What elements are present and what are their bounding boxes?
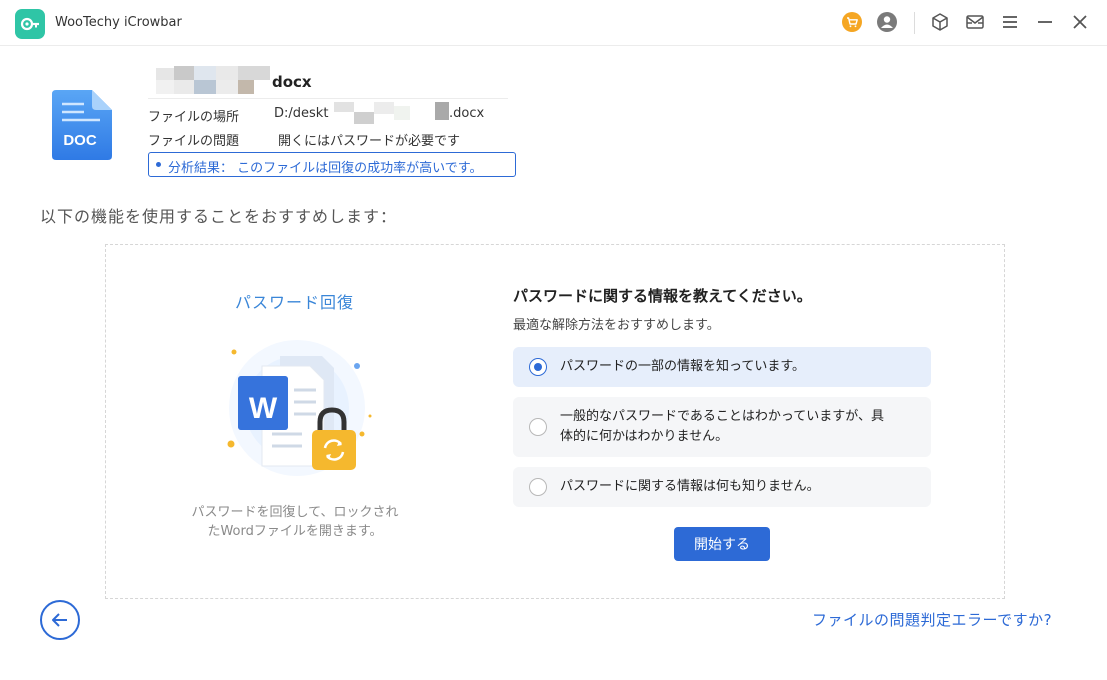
radio-button[interactable] (529, 478, 547, 496)
option-no-info[interactable]: パスワードに関する情報は何も知りません。 (513, 467, 931, 507)
start-button[interactable]: 開始する (674, 527, 770, 561)
mail-icon[interactable] (964, 11, 986, 33)
radio-button[interactable] (529, 418, 547, 436)
word-letter: W (249, 392, 278, 425)
recommend-heading: 以下の機能を使用することをおすすめします： (40, 207, 398, 226)
word-lock-illustration: W (222, 338, 372, 478)
location-label: ファイルの場所 (148, 110, 240, 125)
filename-extension: docx (272, 73, 312, 91)
app-logo-icon (15, 9, 45, 39)
option-label-line: 一般的なパスワードであることはわかっていますが、具 (560, 409, 884, 424)
option-common-password[interactable]: 一般的なパスワードであることはわかっていますが、具 体的に何かはわかりません。 (513, 397, 931, 457)
app-title: WooTechy iCrowbar (55, 15, 182, 30)
minimize-icon[interactable] (1034, 11, 1056, 33)
cube-icon[interactable] (929, 11, 951, 33)
radio-button-selected[interactable] (529, 358, 547, 376)
user-icon[interactable] (876, 11, 898, 33)
title-bar: WooTechy iCrowbar (0, 0, 1107, 46)
feature-description: パスワードを回復して、ロックされ たWordファイルを開きます。 (170, 503, 420, 541)
analysis-result-text: 分析結果： このファイルは回復の成功率が高いです。 (168, 161, 483, 176)
option-label-line: 体的に何かはわかりません。 (560, 429, 729, 444)
location-value-prefix: D:/deskt (274, 106, 329, 121)
question-subtitle: 最適な解除方法をおすすめします。 (513, 318, 720, 333)
feature-description-line: たWordファイルを開きます。 (207, 524, 383, 539)
feature-description-line: パスワードを回復して、ロックされ (191, 505, 399, 520)
back-button[interactable] (40, 600, 80, 640)
option-partial-info[interactable]: パスワードの一部の情報を知っています。 (513, 347, 931, 387)
menu-icon[interactable] (999, 11, 1021, 33)
location-value-suffix: .docx (449, 106, 485, 121)
cart-icon[interactable] (841, 11, 863, 33)
option-label: パスワードに関する情報は何も知りません。 (560, 479, 820, 494)
close-icon[interactable] (1069, 11, 1091, 33)
question-title: パスワードに関する情報を教えてください。 (513, 287, 812, 305)
problem-label: ファイルの問題 (148, 134, 240, 149)
problem-value: 開くにはパスワードが必要です (278, 134, 461, 149)
feature-title: パスワード回復 (235, 293, 355, 312)
arrow-left-icon (52, 613, 67, 627)
problem-detection-error-link[interactable]: ファイルの問題判定エラーですか? (812, 609, 1052, 630)
bullet-dot-icon (156, 162, 161, 167)
titlebar-divider (914, 12, 915, 34)
option-label: パスワードの一部の情報を知っています。 (560, 359, 806, 374)
analysis-result-box: 分析結果： このファイルは回復の成功率が高いです。 (148, 152, 516, 177)
filename-underline (148, 98, 508, 99)
option-label: 一般的なパスワードであることはわかっていますが、具 体的に何かはわかりません。 (560, 407, 884, 447)
doc-badge-text: DOC (63, 132, 97, 149)
doc-file-icon: DOC (50, 88, 114, 162)
